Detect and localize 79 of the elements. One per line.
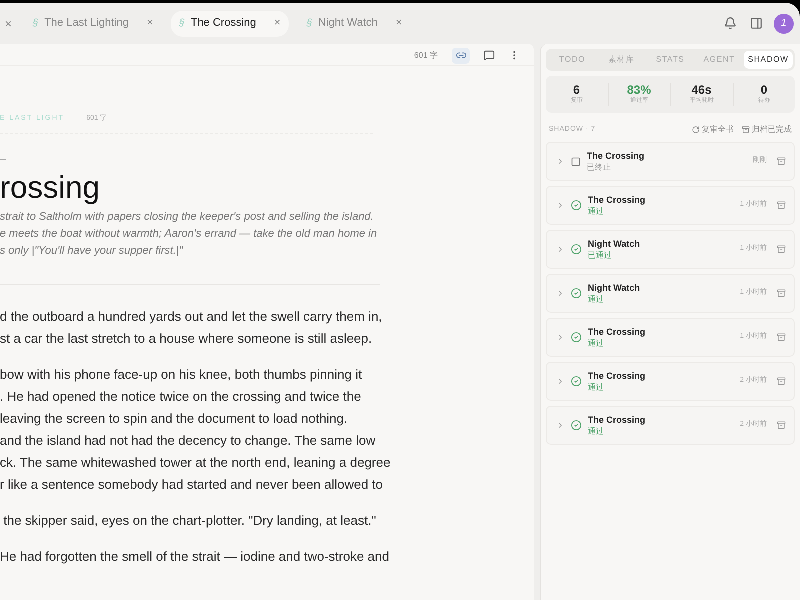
item-status: 已通过 <box>588 250 613 261</box>
summary-line: strait to Saltholm with papers closing the keeper's post and selling the island. <box>0 210 375 225</box>
close-icon[interactable]: × <box>396 15 402 32</box>
item-status: 已终止 <box>587 162 612 173</box>
item-status: 通过 <box>588 294 605 305</box>
tab[interactable]: § The Crossing × <box>171 10 289 36</box>
section-icon: § <box>33 16 39 31</box>
summary-line: s only |"You'll have your supper first.|" <box>0 244 184 259</box>
archive-icon[interactable] <box>777 157 786 166</box>
body-text-line: leaving the screen to spin and the document to load nothing. <box>0 410 349 428</box>
stat-value: 6 <box>573 83 580 97</box>
stat-value: 83% <box>627 83 652 97</box>
panel-toggle-icon[interactable] <box>750 17 763 30</box>
chevron-icon[interactable] <box>556 421 565 430</box>
item-status: 通过 <box>588 426 605 437</box>
body-text-line: and the island had not had the decency to change. The same low <box>0 432 377 450</box>
section-icon: § <box>179 16 185 31</box>
body-text-line: . He had opened the notice twice on the crossing and twice the <box>0 388 362 406</box>
close-icon[interactable]: × <box>2 14 16 32</box>
close-icon[interactable]: × <box>274 15 281 32</box>
summary-line: e meets the boat without warmth; Aaron's errand — take the old man home in <box>0 227 378 242</box>
tab[interactable]: § The Last Lighting × <box>25 10 162 36</box>
archive-icon[interactable] <box>777 245 786 254</box>
check-circle-icon <box>571 288 582 299</box>
check-circle-icon <box>571 332 582 343</box>
comment-icon[interactable] <box>484 50 495 61</box>
section-icon: § <box>306 16 312 31</box>
chevron-icon[interactable] <box>556 333 565 342</box>
panel-tab[interactable]: TODO <box>548 51 597 69</box>
archive-icon[interactable] <box>777 377 786 386</box>
item-title: The Crossing <box>587 150 646 162</box>
avatar[interactable]: 1 <box>774 14 794 34</box>
check-circle-icon <box>571 244 582 255</box>
check-circle-icon <box>571 200 582 211</box>
tab[interactable]: § Night Watch × <box>298 10 410 36</box>
archive-icon[interactable] <box>777 333 786 342</box>
panel-tab[interactable]: STATS <box>646 51 695 69</box>
word-count: 601 字 <box>414 50 438 62</box>
body-text-line: ck. The same whitewashed tower at the north end, leaning a degree <box>0 454 392 472</box>
panel-tab[interactable]: 素材库 <box>597 51 646 69</box>
chevron-icon[interactable] <box>556 201 565 210</box>
link-icon <box>456 50 466 61</box>
archive-icon[interactable] <box>777 289 786 298</box>
list-action[interactable]: 归档已完成 <box>742 124 792 136</box>
chevron-icon[interactable] <box>556 377 565 386</box>
item-title: The Crossing <box>588 414 647 426</box>
check-circle-icon <box>571 376 582 387</box>
square-icon <box>571 156 581 166</box>
bell-icon[interactable] <box>724 17 737 30</box>
refresh-icon <box>692 126 700 134</box>
stat-value: 0 <box>760 83 768 97</box>
list-action[interactable]: 复审全书 <box>692 124 734 136</box>
chevron-icon[interactable] <box>556 289 565 298</box>
body-text-line: r like a sentence somebody had started and never been allowed to <box>0 476 384 494</box>
archive-icon[interactable] <box>777 421 786 430</box>
item-title: The Crossing <box>588 194 647 206</box>
archive-icon <box>742 126 750 134</box>
item-title: Night Watch <box>588 282 642 294</box>
panel-tab[interactable]: SHADOW <box>744 51 793 69</box>
archive-icon[interactable] <box>777 201 786 210</box>
document-title: rossing <box>0 170 101 206</box>
item-title: The Crossing <box>588 326 647 338</box>
body-text-line: bow with his phone face-up on his knee, both thumbs pinning it <box>0 366 364 384</box>
body-text-line: the skipper said, eyes on the chart-plotter. "Dry landing, at least." <box>2 512 378 530</box>
body-text-line: He had forgotten the smell of the strait — iodine and two-stroke and <box>0 548 390 566</box>
body-text-line: d the outboard a hundred yards out and let the swell carry them in, <box>0 308 384 326</box>
panel-tab[interactable]: AGENT <box>695 51 744 69</box>
item-status: 通过 <box>588 338 605 349</box>
link-button[interactable] <box>452 48 470 64</box>
chevron-icon[interactable] <box>556 245 565 254</box>
body-text-line: st a car the last stretch to a house where someone is still asleep. <box>0 330 374 348</box>
item-title: Night Watch <box>588 238 642 250</box>
item-status: 通过 <box>588 382 605 393</box>
check-circle-icon <box>571 420 582 431</box>
chevron-icon[interactable] <box>556 157 565 166</box>
stat-value: 46s <box>692 83 712 97</box>
item-status: 通过 <box>588 206 605 217</box>
close-icon[interactable]: × <box>146 15 154 32</box>
item-title: The Crossing <box>588 370 647 382</box>
